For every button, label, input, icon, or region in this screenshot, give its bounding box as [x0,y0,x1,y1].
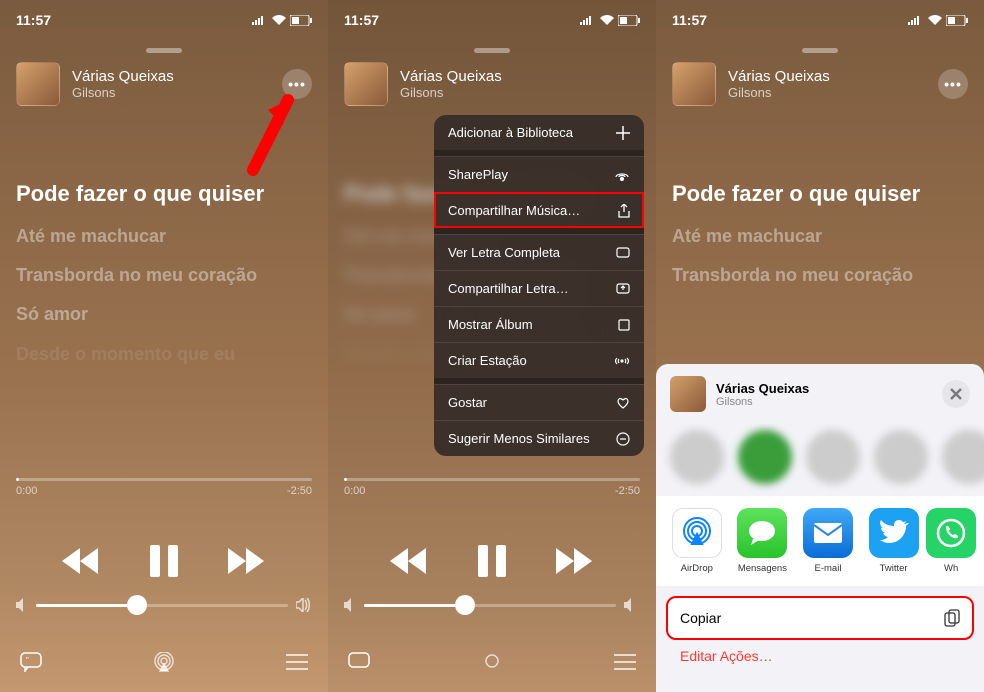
menu-full-lyrics[interactable]: Ver Letra Completa [434,234,644,270]
lyric-line: Transborda no meu coração [16,264,312,287]
track-title: Várias Queixas [400,68,640,85]
email-icon [812,521,844,545]
lyrics-icon [616,247,630,259]
forward-button[interactable] [228,548,266,574]
time-elapsed: 0:00 [16,485,37,497]
pause-button[interactable] [478,545,506,577]
rewind-button[interactable] [62,548,100,574]
menu-show-album[interactable]: Mostrar Álbum [434,306,644,342]
close-button[interactable] [942,380,970,408]
volume-low-icon [344,598,356,612]
progress-bar[interactable] [344,478,640,481]
time-remaining: -2:50 [287,485,312,497]
edit-actions[interactable]: Editar Ações… [656,648,984,664]
context-menu: Adicionar à Biblioteca SharePlay Compart… [434,115,644,456]
copy-icon [944,609,960,627]
menu-like[interactable]: Gostar [434,384,644,420]
share-lyrics-icon [616,283,630,295]
share-title: Várias Queixas [716,381,932,396]
volume-low-icon [16,598,28,612]
more-button[interactable]: ••• [938,69,968,99]
contact-avatar[interactable] [874,430,928,484]
status-icons [252,15,312,26]
rewind-button[interactable] [390,548,428,574]
status-icons [908,15,968,26]
menu-add-library[interactable]: Adicionar à Biblioteca [434,115,644,150]
plus-icon [616,126,630,140]
share-sheet: Várias Queixas Gilsons AirDrop [656,364,984,692]
menu-share-lyrics[interactable]: Compartilhar Letra… [434,270,644,306]
share-artist: Gilsons [716,396,932,408]
app-twitter[interactable]: Twitter [866,508,922,574]
track-info: Várias Queixas Gilsons [400,68,640,100]
menu-suggest-less[interactable]: Sugerir Menos Similares [434,420,644,456]
shareplay-icon [614,169,630,181]
pause-button[interactable] [150,545,178,577]
album-art[interactable] [16,62,60,106]
lyrics-button[interactable] [348,652,370,672]
contact-avatar[interactable] [942,430,984,484]
grabber[interactable] [802,48,838,53]
copy-action[interactable]: Copiar [666,596,974,640]
airdrop-icon [680,516,714,550]
forward-button[interactable] [556,548,594,574]
contact-avatar[interactable] [738,430,792,484]
lyric-line: Desde o momento que eu [16,343,312,366]
app-email[interactable]: E-mail [800,508,856,574]
volume-high-icon [296,598,312,612]
airplay-button[interactable] [481,652,503,672]
arrow-annotation [238,90,308,180]
album-art[interactable] [344,62,388,106]
app-messages[interactable]: Mensagens [734,508,790,574]
track-info: Várias Queixas Gilsons [728,68,926,100]
lyric-active: Pode fazer o que quiser [16,180,312,209]
contacts-row [656,424,984,496]
lyric-line: Só amor [16,303,312,326]
queue-button[interactable] [614,653,636,671]
album-art[interactable] [672,62,716,106]
volume-high-icon [624,598,640,612]
lyric-line: Até me machucar [16,225,312,248]
dislike-icon [616,432,630,446]
grabber[interactable] [146,48,182,53]
station-icon [614,355,630,367]
volume-slider[interactable] [364,604,616,607]
status-icons [580,15,640,26]
contact-avatar[interactable] [806,430,860,484]
clock: 11:57 [16,12,51,28]
app-airdrop[interactable]: AirDrop [669,508,725,574]
queue-button[interactable] [286,653,308,671]
clock: 11:57 [672,12,707,28]
share-icon [618,204,630,218]
svg-text:": " [26,656,29,665]
track-title: Várias Queixas [72,68,270,85]
twitter-icon [879,520,909,546]
menu-create-station[interactable]: Criar Estação [434,342,644,378]
menu-shareplay[interactable]: SharePlay [434,156,644,192]
share-album-art [670,376,706,412]
clock: 11:57 [344,12,379,28]
lyrics-button[interactable]: " [20,652,42,672]
progress-bar[interactable] [16,478,312,481]
volume-slider[interactable] [36,604,288,607]
heart-icon [616,397,630,409]
airplay-button[interactable] [153,652,175,672]
album-icon [618,319,630,331]
whatsapp-icon [936,518,966,548]
app-whatsapp[interactable]: Wh [931,508,971,574]
messages-icon [747,519,777,547]
grabber[interactable] [474,48,510,53]
menu-share-music[interactable]: Compartilhar Música… [434,192,644,228]
contact-avatar[interactable] [670,430,724,484]
track-artist: Gilsons [400,85,640,100]
